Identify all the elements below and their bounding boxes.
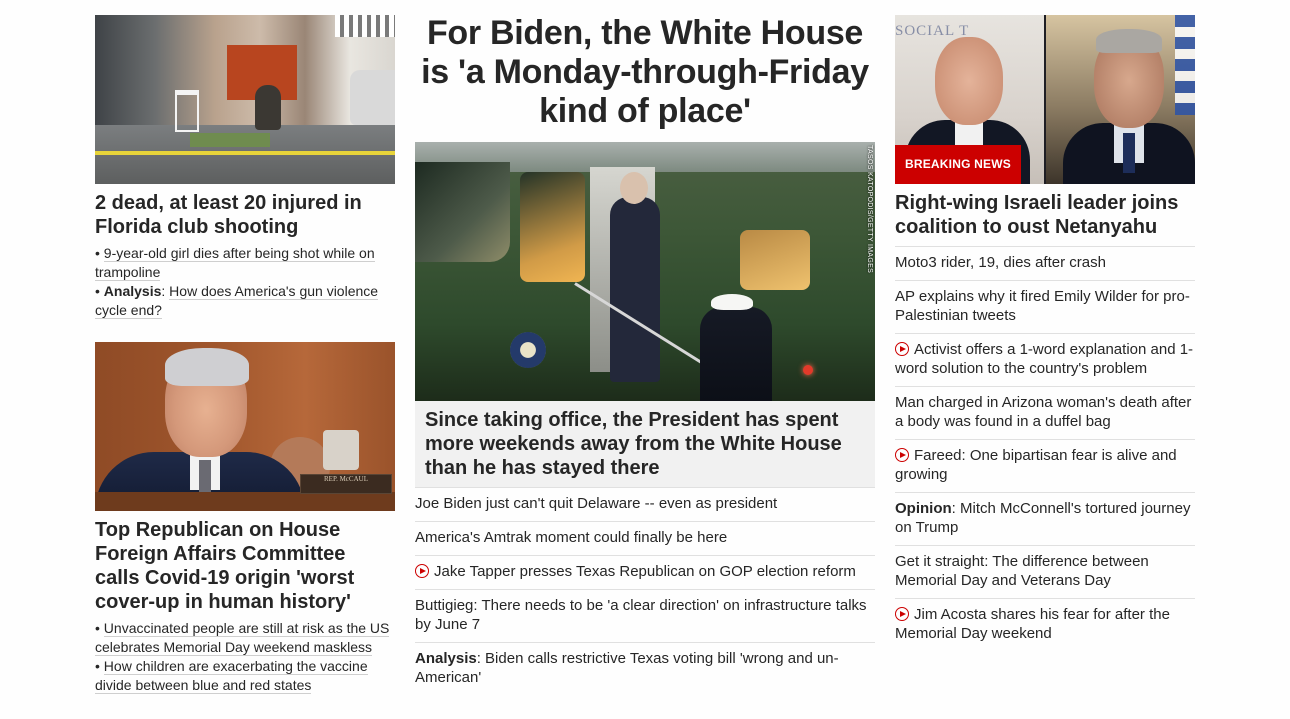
list-item[interactable]: Opinion: Mitch McConnell's tortured jour…: [895, 492, 1195, 545]
list-item[interactable]: Moto3 rider, 19, dies after crash: [895, 246, 1195, 280]
right-story-list: Moto3 rider, 19, dies after crash AP exp…: [895, 246, 1195, 651]
florida-shooting-headline[interactable]: 2 dead, at least 20 injured in Florida c…: [95, 191, 395, 239]
list-item[interactable]: Jim Acosta shares his fear for after the…: [895, 598, 1195, 651]
related-link[interactable]: • Analysis: How does America's gun viole…: [95, 282, 395, 320]
list-item[interactable]: Jake Tapper presses Texas Republican on …: [415, 555, 875, 589]
lead-story-title[interactable]: For Biden, the White House is 'a Monday-…: [415, 14, 875, 131]
covid-origin-headline[interactable]: Top Republican on House Foreign Affairs …: [95, 518, 395, 614]
play-circle-icon: [895, 607, 909, 621]
play-circle-icon: [415, 564, 429, 578]
breaking-news-badge: BREAKING NEWS: [895, 145, 1021, 184]
presidential-seal-icon: [510, 332, 546, 368]
lead-story-caption[interactable]: Since taking office, the President has s…: [415, 401, 875, 487]
related-link[interactable]: • Unvaccinated people are still at risk …: [95, 619, 395, 657]
list-item[interactable]: Man charged in Arizona woman's death aft…: [895, 386, 1195, 439]
related-link[interactable]: • How children are exacerbating the vacc…: [95, 657, 395, 695]
list-item[interactable]: America's Amtrak moment could finally be…: [415, 521, 875, 555]
marine-one-image[interactable]: TASOS KATOPODIS/GETTY IMAGES: [415, 142, 875, 401]
list-item[interactable]: Buttigieg: There needs to be 'a clear di…: [415, 589, 875, 642]
image-credit: TASOS KATOPODIS/GETTY IMAGES: [866, 145, 873, 274]
list-item[interactable]: AP explains why it fired Emily Wilder fo…: [895, 280, 1195, 333]
israel-coalition-headline[interactable]: Right-wing Israeli leader joins coalitio…: [895, 191, 1195, 239]
israeli-leaders-image[interactable]: SOCIAL T BREAKING NEWS: [895, 15, 1195, 184]
middle-story-list: Joe Biden just can't quit Delaware -- ev…: [415, 487, 875, 695]
play-circle-icon: [895, 342, 909, 356]
covid-related-links: • Unvaccinated people are still at risk …: [95, 619, 395, 695]
list-item[interactable]: Get it straight: The difference between …: [895, 545, 1195, 598]
list-item[interactable]: Activist offers a 1-word explanation and…: [895, 333, 1195, 386]
nameplate: REP. McCAUL: [300, 474, 392, 494]
florida-shooting-image[interactable]: [95, 15, 395, 184]
florida-shooting-related-links: • 9-year-old girl dies after being shot …: [95, 244, 395, 320]
list-item[interactable]: Fareed: One bipartisan fear is alive and…: [895, 439, 1195, 492]
play-circle-icon: [895, 448, 909, 462]
mccaul-image[interactable]: REP. McCAUL: [95, 342, 395, 511]
list-item[interactable]: Joe Biden just can't quit Delaware -- ev…: [415, 487, 875, 521]
related-link[interactable]: • 9-year-old girl dies after being shot …: [95, 244, 395, 282]
list-item[interactable]: Analysis: Biden calls restrictive Texas …: [415, 642, 875, 695]
